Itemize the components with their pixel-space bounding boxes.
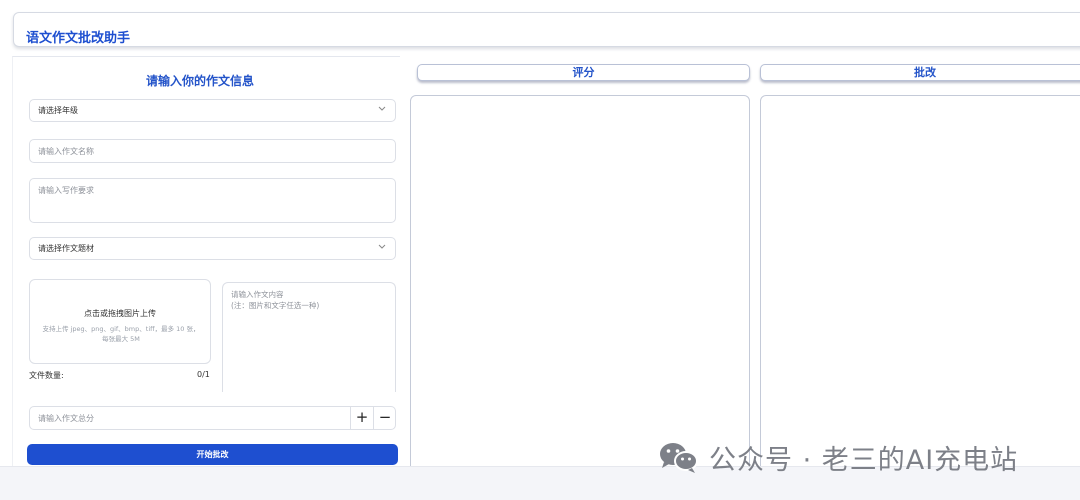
material-select[interactable]: 请选择作文题材 (29, 237, 396, 260)
total-score-placeholder: 请输入作文总分 (38, 414, 94, 423)
app-title: 语文作文批改助手 (26, 31, 131, 46)
essay-content-placeholder: 请输入作文内容 (注：图片和文字任选一种) (231, 289, 319, 311)
essay-name-input[interactable]: 请输入作文名称 (29, 139, 396, 163)
upload-hint: 支持上传 jpeg、png、gif、bmp、tiff，最多 10 张，每张最大 … (42, 325, 200, 343)
essay-content-textarea[interactable]: 请输入作文内容 (注：图片和文字任选一种) (222, 282, 396, 392)
review-section-header: 批改 (760, 64, 1080, 81)
total-score-stepper[interactable]: 请输入作文总分 + − (29, 406, 396, 430)
image-upload-dropzone[interactable]: 点击或拖拽图片上传 支持上传 jpeg、png、gif、bmp、tiff，最多 … (29, 279, 211, 364)
content-placeholder-line2: (注：图片和文字任选一种) (231, 301, 320, 310)
decrement-button[interactable]: − (373, 407, 396, 429)
requirements-placeholder: 请输入写作要求 (38, 186, 94, 195)
watermark-text: 公众号 · 老三的AI充电站 (709, 444, 1019, 476)
start-review-button[interactable]: 开始批改 (27, 444, 398, 465)
app-page: 语文作文批改助手 请输入你的作文信息 请选择年级 请输入作文名称 请输入写作要求… (0, 0, 1080, 500)
essay-name-placeholder: 请输入作文名称 (38, 147, 94, 156)
file-count-label: 文件数量: (29, 371, 64, 380)
app-header: 语文作文批改助手 (13, 12, 1080, 47)
review-result-panel (760, 95, 1080, 475)
material-select-value: 请选择作文题材 (38, 244, 94, 253)
requirements-textarea[interactable]: 请输入写作要求 (29, 178, 396, 223)
content-placeholder-line1: 请输入作文内容 (231, 290, 284, 299)
grade-select[interactable]: 请选择年级 (29, 99, 396, 122)
upload-title: 点击或拖拽图片上传 (84, 309, 156, 318)
file-count-value: 0/1 (197, 370, 210, 379)
score-result-panel (410, 95, 750, 475)
form-title: 请输入你的作文信息 (145, 74, 254, 88)
wechat-icon (657, 440, 701, 474)
grade-select-value: 请选择年级 (38, 106, 78, 115)
chevron-down-icon (378, 104, 386, 115)
watermark: 公众号 · 老三的AI充电站 (657, 440, 1019, 476)
increment-button[interactable]: + (350, 407, 373, 429)
score-section-header: 评分 (417, 64, 750, 81)
chevron-down-icon (378, 242, 386, 253)
